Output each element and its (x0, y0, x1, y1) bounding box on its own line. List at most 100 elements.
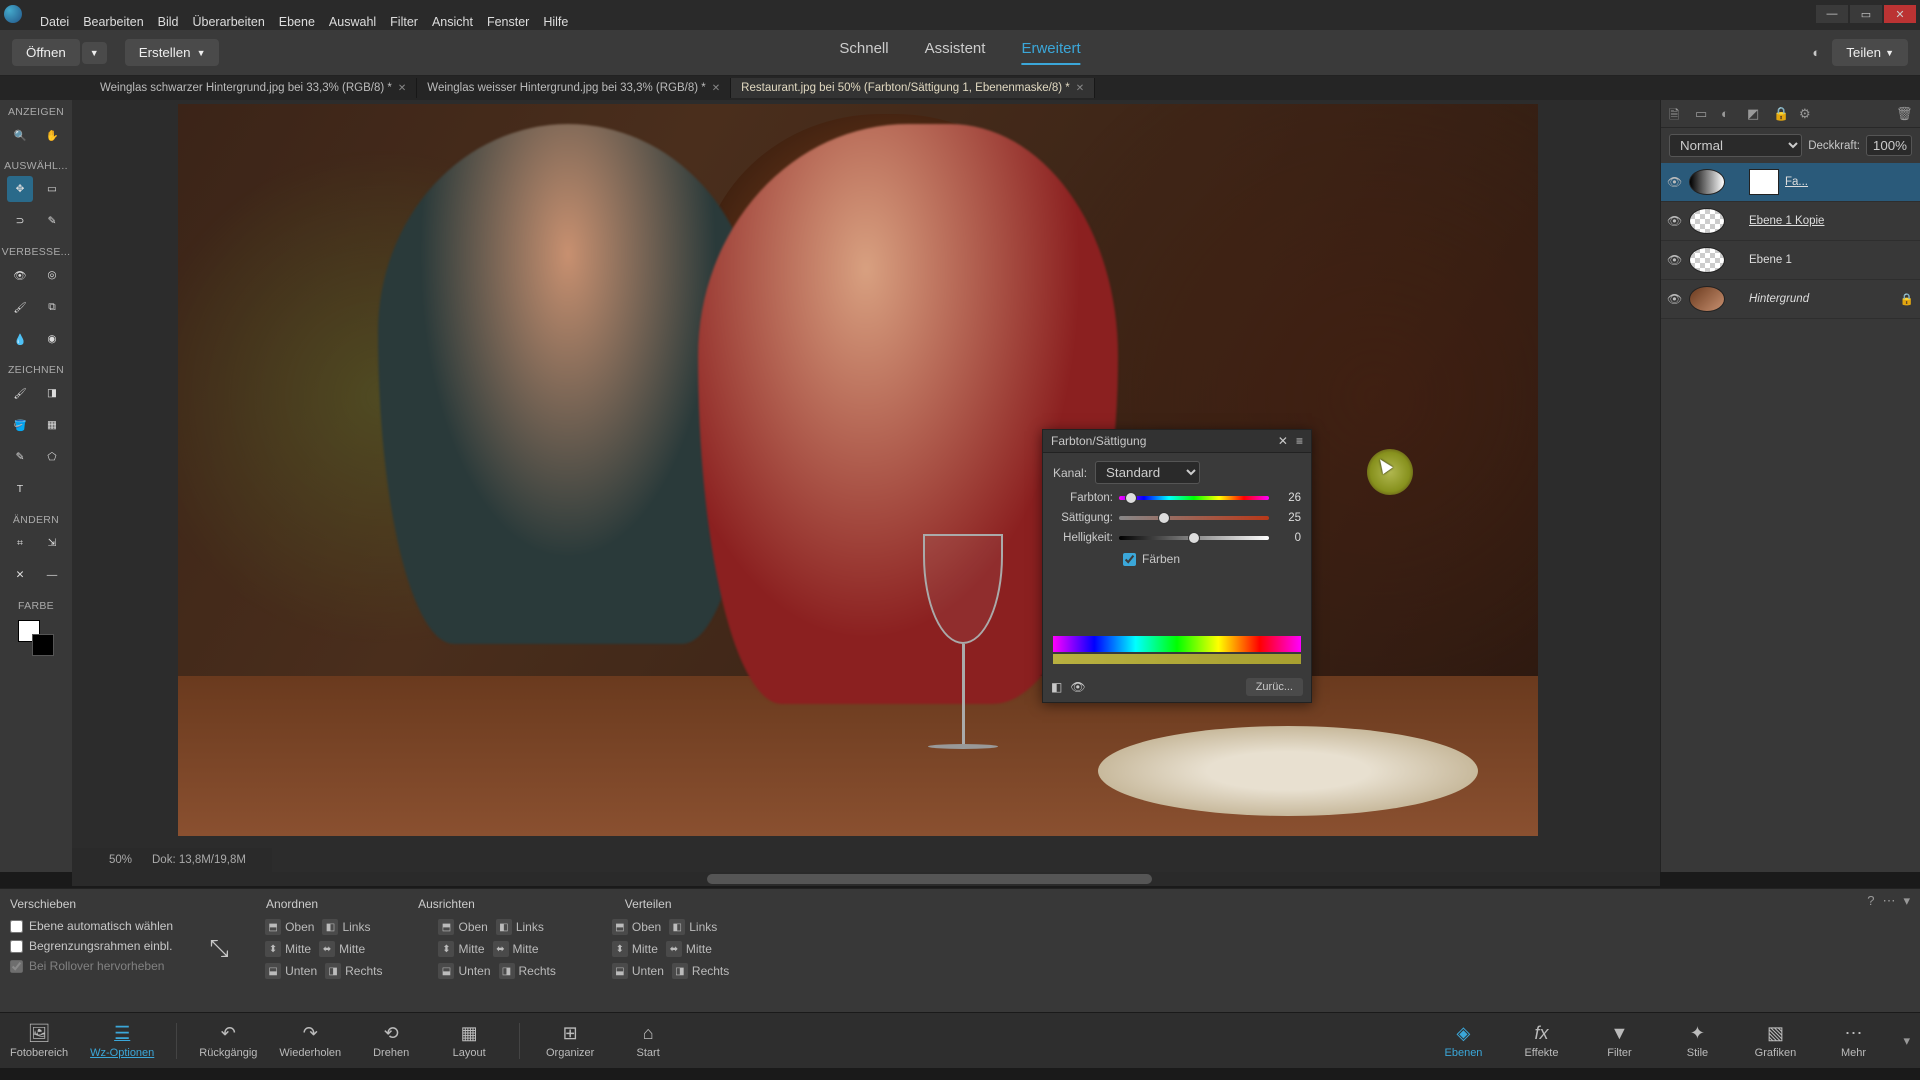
dist-top[interactable]: ⬒Oben (438, 919, 487, 935)
dist2-top[interactable]: ⬒Oben (612, 919, 661, 935)
fill-tool[interactable]: 🪣 (7, 412, 33, 438)
align-vmid[interactable]: ⬍Mitte (265, 941, 311, 957)
visibility-icon[interactable]: 👁 (1667, 214, 1681, 228)
tb-start[interactable]: ⌂Start (620, 1023, 676, 1059)
doctab-1[interactable]: Weinglas weisser Hintergrund.jpg bei 33,… (417, 78, 731, 98)
minimize-button[interactable]: — (1816, 5, 1848, 23)
dist2-right[interactable]: ◨Rechts (672, 963, 729, 979)
crop-tool[interactable]: ⌗ (7, 530, 33, 556)
brush-tool[interactable]: 🖌 (7, 380, 33, 406)
close-icon[interactable]: ✕ (398, 83, 406, 94)
adjustment-icon[interactable]: ◐ (1721, 106, 1737, 122)
tb-drehen[interactable]: ⟲Drehen (363, 1023, 419, 1059)
tab-erweitert[interactable]: Erweitert (1021, 40, 1080, 65)
doctab-0[interactable]: Weinglas schwarzer Hintergrund.jpg bei 3… (90, 78, 417, 98)
visibility-icon[interactable]: 👁 (1667, 292, 1681, 306)
fx-icon[interactable]: ⚙ (1799, 106, 1815, 122)
menu-bild[interactable]: Bild (158, 15, 179, 29)
create-button[interactable]: Erstellen ▼ (125, 39, 220, 66)
align-hmid[interactable]: ⬌Mitte (319, 941, 365, 957)
layer-name[interactable]: Ebene 1 Kopie (1749, 215, 1914, 227)
type-tool[interactable]: T (7, 476, 33, 502)
tb-redo[interactable]: ↷Wiederholen (279, 1023, 341, 1059)
tb-mehr[interactable]: ⋯Mehr (1825, 1023, 1881, 1059)
color-swatches[interactable] (18, 620, 54, 656)
dialog-close-icon[interactable]: ✕ (1278, 434, 1288, 448)
layer-name[interactable]: Hintergrund (1749, 293, 1894, 305)
preview-icon[interactable]: 👁 (1070, 680, 1085, 694)
layer-thumb[interactable] (1689, 286, 1725, 312)
mask-icon[interactable]: ◩ (1747, 106, 1763, 122)
recompose-tool[interactable]: ⇲ (39, 530, 65, 556)
dist2-vmid[interactable]: ⬍Mitte (612, 941, 658, 957)
helligkeit-slider[interactable] (1119, 536, 1269, 540)
align-right[interactable]: ◨Rechts (325, 963, 382, 979)
saettigung-slider[interactable] (1119, 516, 1269, 520)
align-bottom[interactable]: ⬓Unten (265, 963, 317, 979)
kanal-select[interactable]: Standard (1095, 461, 1200, 484)
eraser-tool[interactable]: ◨ (39, 380, 65, 406)
sponge-tool[interactable]: ◉ (39, 326, 65, 352)
tb-organizer[interactable]: ⊞Organizer (542, 1023, 598, 1059)
zoom-level[interactable]: 50% (82, 854, 132, 866)
dist2-left[interactable]: ◧Links (669, 919, 717, 935)
clone-tool[interactable]: ⧉ (39, 294, 65, 320)
reset-button[interactable]: Zurüc... (1246, 678, 1303, 696)
visibility-icon[interactable]: 👁 (1667, 175, 1681, 189)
move-tool[interactable]: ✥ (7, 176, 33, 202)
menu-auswahl[interactable]: Auswahl (329, 15, 376, 29)
menu-ansicht[interactable]: Ansicht (432, 15, 473, 29)
marquee-tool[interactable]: ▭ (39, 176, 65, 202)
expand-icon[interactable]: ▾ (1903, 1033, 1910, 1049)
share-button[interactable]: Teilen ▼ (1832, 39, 1908, 66)
pencil-tool[interactable]: ✎ (7, 444, 33, 470)
tab-schnell[interactable]: Schnell (839, 40, 888, 65)
layer-name[interactable]: Ebene 1 (1749, 254, 1914, 266)
arrange-icon[interactable]: ⤡ (209, 935, 228, 963)
lock-icon[interactable]: 🔒 (1773, 106, 1789, 122)
menu-bearbeiten[interactable]: Bearbeiten (83, 15, 143, 29)
tb-grafiken[interactable]: ▧Grafiken (1747, 1023, 1803, 1059)
align-top[interactable]: ⬒Oben (265, 919, 314, 935)
horizontal-scrollbar[interactable] (72, 872, 1660, 886)
hand-tool[interactable]: ✋ (39, 122, 65, 148)
spot-tool[interactable]: ◎ (39, 262, 65, 288)
menu-filter[interactable]: Filter (390, 15, 418, 29)
help-icon[interactable]: ? (1867, 893, 1874, 909)
gradient-tool[interactable]: ▦ (39, 412, 65, 438)
background-color[interactable] (32, 634, 54, 656)
dist2-hmid[interactable]: ⬌Mitte (666, 941, 712, 957)
maximize-button[interactable]: ▭ (1850, 5, 1882, 23)
straighten-tool[interactable]: — (39, 562, 65, 588)
align-left[interactable]: ◧Links (322, 919, 370, 935)
layer-thumb[interactable] (1689, 169, 1725, 195)
trash-icon[interactable]: 🗑 (1896, 106, 1912, 122)
panel-menu-icon[interactable]: ⋯ (1882, 893, 1895, 909)
blend-mode-select[interactable]: Normal (1669, 134, 1802, 157)
visibility-icon[interactable]: 👁 (1667, 253, 1681, 267)
layer-thumb[interactable] (1689, 208, 1725, 234)
theme-toggle-icon[interactable]: ◐ (1812, 45, 1820, 60)
clip-icon[interactable]: ◧ (1051, 680, 1062, 694)
close-icon[interactable]: ✕ (1076, 83, 1084, 94)
layer-row-3[interactable]: 👁 ⚲ Hintergrund 🔒 (1661, 280, 1920, 319)
faerben-checkbox[interactable] (1123, 553, 1136, 566)
layer-mask-thumb[interactable] (1749, 169, 1779, 195)
zoom-tool[interactable]: 🔍 (7, 122, 33, 148)
tb-filter[interactable]: ▼Filter (1591, 1023, 1647, 1059)
smartbrush-tool[interactable]: 🖌 (7, 294, 33, 320)
quickselect-tool[interactable]: ✎ (39, 208, 65, 234)
menu-fenster[interactable]: Fenster (487, 15, 529, 29)
dialog-menu-icon[interactable]: ≡ (1296, 434, 1303, 448)
farbton-slider[interactable] (1119, 496, 1269, 500)
shape-tool[interactable]: ⬠ (39, 444, 65, 470)
tb-ebenen[interactable]: ◈Ebenen (1435, 1023, 1491, 1059)
menu-ebene[interactable]: Ebene (279, 15, 315, 29)
menu-datei[interactable]: Datei (40, 15, 69, 29)
lasso-tool[interactable]: ⊃ (7, 208, 33, 234)
menu-ueberarbeiten[interactable]: Überarbeiten (193, 15, 265, 29)
layer-thumb[interactable] (1689, 247, 1725, 273)
blur-tool[interactable]: 💧 (7, 326, 33, 352)
layer-name[interactable]: Fa... (1785, 176, 1914, 188)
content-tool[interactable]: ✕ (7, 562, 33, 588)
